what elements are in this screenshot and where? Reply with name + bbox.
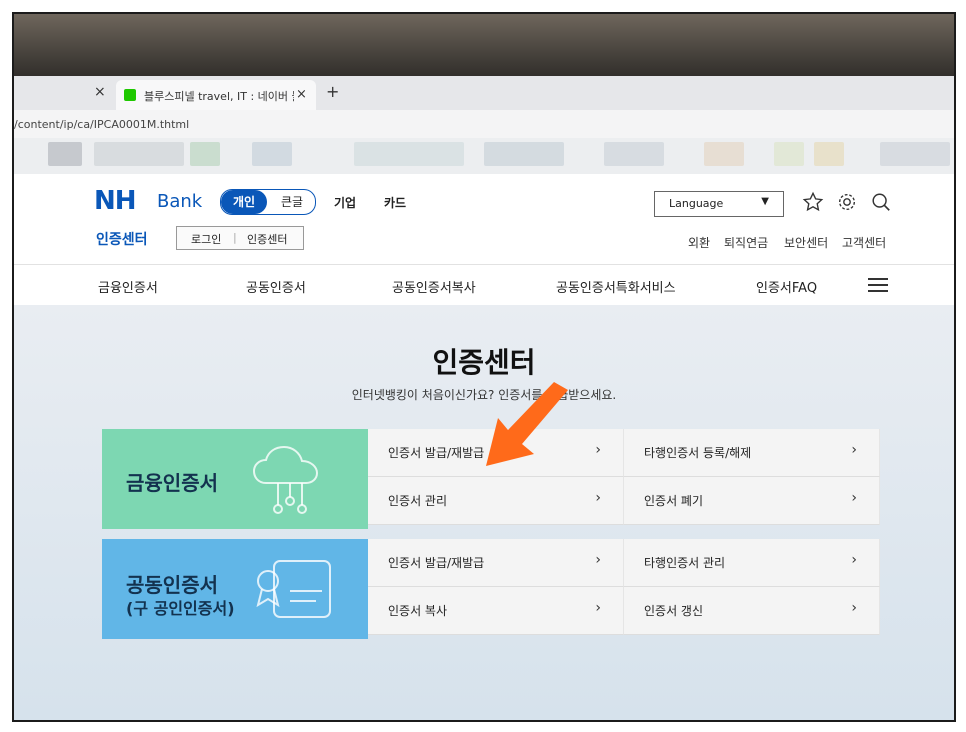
menu-cert-manage[interactable]: 인증서 관리 › — [368, 477, 624, 525]
nh-logo[interactable]: NH — [94, 186, 137, 216]
main-nav-joint-cert[interactable]: 공동인증서 — [246, 277, 306, 296]
financial-cert-header: 금융인증서 — [102, 429, 368, 529]
bookmark-item[interactable] — [704, 142, 744, 166]
page-title: 인증센터 — [432, 346, 536, 379]
bookmarks-bar — [14, 138, 954, 174]
menu-cert-revoke[interactable]: 인증서 폐기 › — [624, 477, 880, 525]
new-tab-button[interactable]: + — [326, 82, 339, 101]
cell-label: 타행인증서 등록/해제 — [644, 446, 752, 460]
bookmark-item[interactable] — [252, 142, 292, 166]
bookmark-item[interactable] — [94, 142, 184, 166]
bookmark-item[interactable] — [48, 142, 82, 166]
bank-logo-text[interactable]: Bank — [157, 191, 202, 212]
language-label: Language — [669, 197, 724, 210]
menu-cert-copy[interactable]: 인증서 복사 › — [368, 587, 624, 635]
card-title: 금융인증서 — [126, 471, 218, 495]
menu-joint-cert-issue[interactable]: 인증서 발급/재발급 › — [368, 539, 624, 587]
menu-other-bank-register[interactable]: 타행인증서 등록/해제 › — [624, 429, 880, 477]
main-nav-joint-cert-special[interactable]: 공동인증서특화서비스 — [556, 277, 676, 296]
section-subtitle[interactable]: 인증센터 — [96, 229, 148, 249]
monitor-bezel — [14, 14, 954, 84]
chevron-right-icon: › — [595, 552, 601, 568]
main-nav-joint-cert-copy[interactable]: 공동인증서복사 — [392, 277, 476, 296]
bookmark-item[interactable] — [814, 142, 844, 166]
main-nav: 금융인증서 공동인증서 공동인증서복사 공동인증서특화서비스 인증서FAQ — [14, 264, 954, 306]
cell-label: 인증서 복사 — [388, 604, 448, 618]
browser-tab[interactable]: 블루스피넬 travel, IT : 네이버 블 × — [116, 80, 316, 110]
card-subtitle: (구 공인인증서) — [126, 599, 235, 618]
chevron-right-icon: › — [851, 490, 857, 506]
star-icon[interactable] — [802, 191, 824, 213]
large-text-mode-button[interactable]: 큰글 — [271, 190, 313, 214]
language-select[interactable]: Language ▼ — [654, 191, 784, 217]
hamburger-menu-icon[interactable] — [868, 278, 888, 292]
bookmark-item[interactable] — [880, 142, 950, 166]
close-tab-icon[interactable]: × — [94, 84, 106, 100]
browser-tabbar: × 블루스피넬 travel, IT : 네이버 블 × + — [14, 76, 954, 110]
search-icon[interactable] — [870, 191, 892, 213]
card-title: 공동인증서 — [126, 573, 218, 597]
util-link-security[interactable]: 보안센터 — [784, 234, 828, 251]
joint-cert-card: 공동인증서 (구 공인인증서) 인증서 발급/재발급 › 타행인증서 관리 › … — [102, 539, 882, 639]
main-nav-financial-cert[interactable]: 금융인증서 — [98, 277, 158, 296]
util-link-pension[interactable]: 퇴직연금 — [724, 234, 768, 251]
close-tab-icon[interactable]: × — [296, 87, 307, 102]
joint-cert-header: 공동인증서 (구 공인인증서) — [102, 539, 368, 639]
naver-blog-favicon-icon — [124, 89, 136, 101]
chevron-right-icon: › — [851, 600, 857, 616]
util-link-customer[interactable]: 고객센터 — [842, 234, 886, 251]
gear-icon[interactable] — [836, 191, 858, 213]
cell-label: 인증서 발급/재발급 — [388, 556, 485, 570]
login-box: 로그인 | 인증센터 — [176, 226, 304, 250]
chevron-right-icon: › — [851, 552, 857, 568]
main-nav-cert-faq[interactable]: 인증서FAQ — [756, 277, 817, 296]
util-link-forex[interactable]: 외환 — [688, 234, 710, 251]
cert-center-content: 인증센터 인터넷뱅킹이 처음이신가요? 인증서를 발급받으세요. 금융인증서 인… — [14, 305, 954, 720]
login-link[interactable]: 로그인 — [191, 231, 221, 247]
chevron-right-icon: › — [851, 442, 857, 458]
annotation-arrow-icon — [486, 382, 568, 466]
chevron-right-icon: › — [595, 490, 601, 506]
url-text[interactable]: /content/ip/ca/IPCA0001M.thtml — [14, 118, 189, 131]
bookmark-item[interactable] — [354, 142, 464, 166]
chevron-right-icon: › — [595, 600, 601, 616]
cert-center-link[interactable]: 인증센터 — [247, 231, 287, 247]
cell-label: 인증서 관리 — [388, 494, 448, 508]
cell-label: 인증서 갱신 — [644, 604, 704, 618]
address-bar[interactable]: /content/ip/ca/IPCA0001M.thtml — [14, 110, 954, 139]
chevron-right-icon: › — [595, 442, 601, 458]
tab-title: 블루스피넬 travel, IT : 네이버 블 — [144, 90, 294, 103]
bookmark-item[interactable] — [604, 142, 664, 166]
menu-other-bank-manage[interactable]: 타행인증서 관리 › — [624, 539, 880, 587]
cloud-network-icon — [252, 445, 319, 514]
certificate-scroll-icon — [256, 560, 331, 618]
bookmark-item[interactable] — [190, 142, 220, 166]
cell-label: 인증서 폐기 — [644, 494, 704, 508]
menu-cert-renew[interactable]: 인증서 갱신 › — [624, 587, 880, 635]
nav-business-link[interactable]: 기업 — [334, 194, 356, 211]
login-divider: | — [233, 231, 237, 244]
bookmark-item[interactable] — [484, 142, 564, 166]
cell-label: 타행인증서 관리 — [644, 556, 726, 570]
mode-toggle[interactable]: 개인 큰글 — [220, 189, 316, 215]
caret-down-icon: ▼ — [761, 196, 769, 207]
photo-frame: × 블루스피넬 travel, IT : 네이버 블 × + /content/… — [12, 12, 956, 722]
bookmark-item[interactable] — [774, 142, 804, 166]
nav-card-link[interactable]: 카드 — [384, 194, 406, 211]
personal-mode-button[interactable]: 개인 — [221, 190, 267, 214]
